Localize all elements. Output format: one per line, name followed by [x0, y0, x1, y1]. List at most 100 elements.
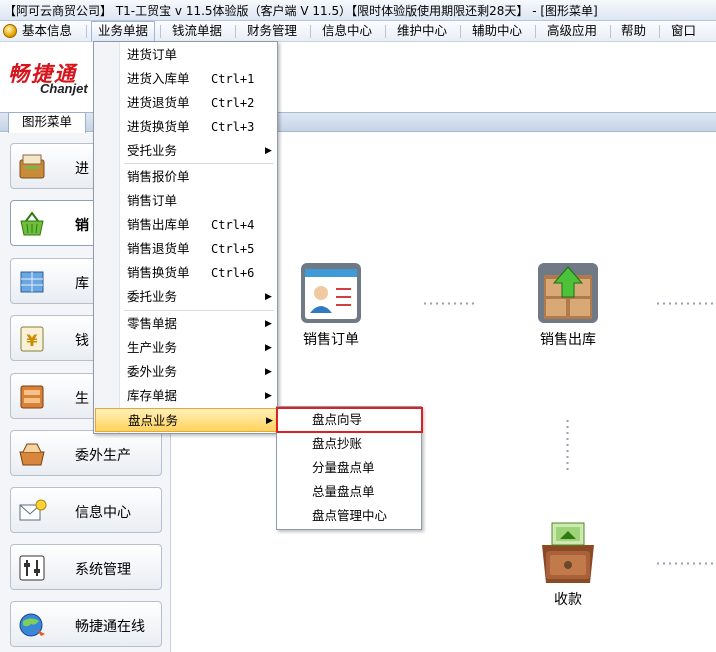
node-sales-order[interactable]: 销售订单 — [288, 261, 374, 349]
svg-text:¥: ¥ — [26, 331, 37, 350]
menu-item-purchase-inbound[interactable]: 进货入库单 Ctrl+1 — [95, 67, 278, 91]
menu-separator — [460, 25, 461, 38]
menu-window[interactable]: 窗口 — [665, 21, 702, 42]
menu-item-shortcut: Ctrl+5 — [211, 242, 255, 256]
menu-item-outsourcing-business[interactable]: 委外业务 ▶ — [95, 360, 278, 384]
node-label: 销售订单 — [303, 332, 359, 348]
menu-item-sales-outbound[interactable]: 销售出库单 Ctrl+4 — [95, 213, 278, 237]
menu-item-label: 进货订单 — [127, 47, 178, 62]
submenu-item-partial-stocktake[interactable]: 分量盘点单 — [278, 456, 422, 480]
menu-separator — [610, 25, 611, 38]
menu-maintenance[interactable]: 维护中心 — [391, 21, 453, 42]
brand-logo-en: Chanjet — [40, 81, 88, 96]
menu-item-purchase-exchange[interactable]: 进货换货单 Ctrl+3 — [95, 115, 278, 139]
menu-basic-info[interactable]: 基本信息 — [16, 21, 78, 42]
window-title-bar: 【阿可云商贸公司】 T1-工贸宝 v 11.5体验版（客户端 V 11.5）【限… — [0, 0, 716, 21]
menu-assist[interactable]: 辅助中心 — [466, 21, 528, 42]
menu-item-label: 进货入库单 — [127, 71, 190, 86]
menu-item-label: 盘点业务 — [128, 413, 179, 428]
menu-item-purchase-return[interactable]: 进货退货单 Ctrl+2 — [95, 91, 278, 115]
flow-connector — [422, 302, 478, 305]
menu-item-production-business[interactable]: 生产业务 ▶ — [95, 336, 278, 360]
menu-item-purchase-order[interactable]: 进货订单 — [95, 43, 278, 67]
money-icon: ¥ — [20, 326, 44, 352]
menu-item-label: 销售报价单 — [127, 169, 190, 184]
sidebar-item-label: 委外生产 — [75, 448, 131, 464]
flow-connector — [655, 562, 713, 565]
sidebar-item-label: 钱 — [75, 333, 89, 349]
menu-item-label: 进货换货单 — [127, 119, 190, 134]
menu-item-consignment-out[interactable]: 委托业务 ▶ — [95, 285, 278, 309]
tab-graphic-menu[interactable]: 图形菜单 — [8, 112, 86, 133]
menu-separator — [310, 25, 311, 38]
sidebar-item-info-center[interactable]: 信息中心 — [10, 487, 162, 533]
menu-item-inventory-documents[interactable]: 库存单据 ▶ — [95, 384, 278, 408]
flow-connector — [566, 418, 569, 470]
menu-item-label: 生产业务 — [127, 340, 178, 355]
submenu-item-label: 总量盘点单 — [312, 484, 375, 499]
menu-separator — [659, 25, 660, 38]
inventory-icon — [20, 271, 44, 293]
menu-separator — [160, 25, 161, 38]
menu-finance[interactable]: 财务管理 — [241, 21, 303, 42]
submenu-arrow-icon: ▶ — [266, 416, 273, 426]
menu-item-shortcut: Ctrl+1 — [211, 72, 255, 86]
menu-separator — [235, 25, 236, 38]
app-menu-icon[interactable] — [3, 24, 17, 38]
menu-item-consignment-in[interactable]: 受托业务 ▶ — [95, 139, 278, 163]
menu-item-retail-documents[interactable]: 零售单据 ▶ — [95, 312, 278, 336]
menu-item-sales-order[interactable]: 销售订单 — [95, 189, 278, 213]
production-icon — [20, 385, 44, 409]
menu-separator — [385, 25, 386, 38]
node-receipt[interactable]: 收款 — [525, 521, 611, 609]
online-globe-icon — [19, 613, 45, 637]
system-settings-icon — [19, 555, 45, 581]
menu-divider — [124, 310, 274, 311]
menu-divider — [124, 163, 274, 164]
receipt-cash-icon — [542, 522, 594, 583]
sidebar-item-label: 生 — [75, 391, 89, 407]
menu-help[interactable]: 帮助 — [615, 21, 652, 42]
menu-info-center[interactable]: 信息中心 — [316, 21, 378, 42]
purchase-icon — [19, 154, 45, 179]
node-sales-outbound[interactable]: 销售出库 — [525, 261, 611, 349]
business-documents-menu: 进货订单 进货入库单 Ctrl+1 进货退货单 Ctrl+2 进货换货单 Ctrl+3 受托业… — [93, 41, 278, 434]
menu-item-stocktake-business[interactable]: 盘点业务 ▶ — [95, 408, 278, 432]
sales-outbound-icon — [538, 263, 598, 323]
menu-separator — [535, 25, 536, 38]
menu-item-label: 销售出库单 — [127, 217, 190, 232]
submenu-item-stocktake-copy[interactable]: 盘点抄账 — [278, 432, 422, 456]
submenu-item-total-stocktake[interactable]: 总量盘点单 — [278, 480, 422, 504]
menu-item-shortcut: Ctrl+4 — [211, 218, 255, 232]
sales-basket-icon — [20, 211, 44, 236]
menu-item-label: 销售换货单 — [127, 265, 190, 280]
sidebar-item-system[interactable]: 系统管理 — [10, 544, 162, 590]
annotation-highlight-box — [276, 407, 423, 433]
menu-item-label: 受托业务 — [127, 143, 178, 158]
sidebar-item-online[interactable]: 畅捷通在线 — [10, 601, 162, 647]
menu-item-sales-exchange[interactable]: 销售换货单 Ctrl+6 — [95, 261, 278, 285]
submenu-arrow-icon: ▶ — [265, 391, 272, 401]
menu-item-sales-return[interactable]: 销售退货单 Ctrl+5 — [95, 237, 278, 261]
menu-item-shortcut: Ctrl+2 — [211, 96, 255, 110]
node-label: 收款 — [554, 592, 582, 608]
submenu-arrow-icon: ▶ — [265, 319, 272, 329]
sidebar-item-outsourcing[interactable]: 委外生产 — [10, 430, 162, 476]
submenu-item-label: 盘点抄账 — [312, 436, 363, 451]
menu-item-label: 销售退货单 — [127, 241, 190, 256]
menu-item-label: 进货退货单 — [127, 95, 190, 110]
submenu-arrow-icon: ▶ — [265, 146, 272, 156]
menu-item-label: 委外业务 — [127, 364, 178, 379]
menu-item-label: 销售订单 — [127, 193, 178, 208]
outsourcing-icon — [19, 443, 45, 466]
menu-item-label: 委托业务 — [127, 289, 178, 304]
submenu-arrow-icon: ▶ — [265, 367, 272, 377]
menu-advanced[interactable]: 高级应用 — [541, 21, 603, 42]
submenu-item-stocktake-center[interactable]: 盘点管理中心 — [278, 504, 422, 528]
menu-cash-documents[interactable]: 钱流单据 — [166, 21, 228, 42]
menu-item-sales-quote[interactable]: 销售报价单 — [95, 165, 278, 189]
sidebar-item-label: 系统管理 — [75, 562, 131, 578]
node-label: 销售出库 — [540, 332, 596, 348]
submenu-arrow-icon: ▶ — [265, 292, 272, 302]
menu-business-documents[interactable]: 业务单据 — [91, 21, 156, 42]
